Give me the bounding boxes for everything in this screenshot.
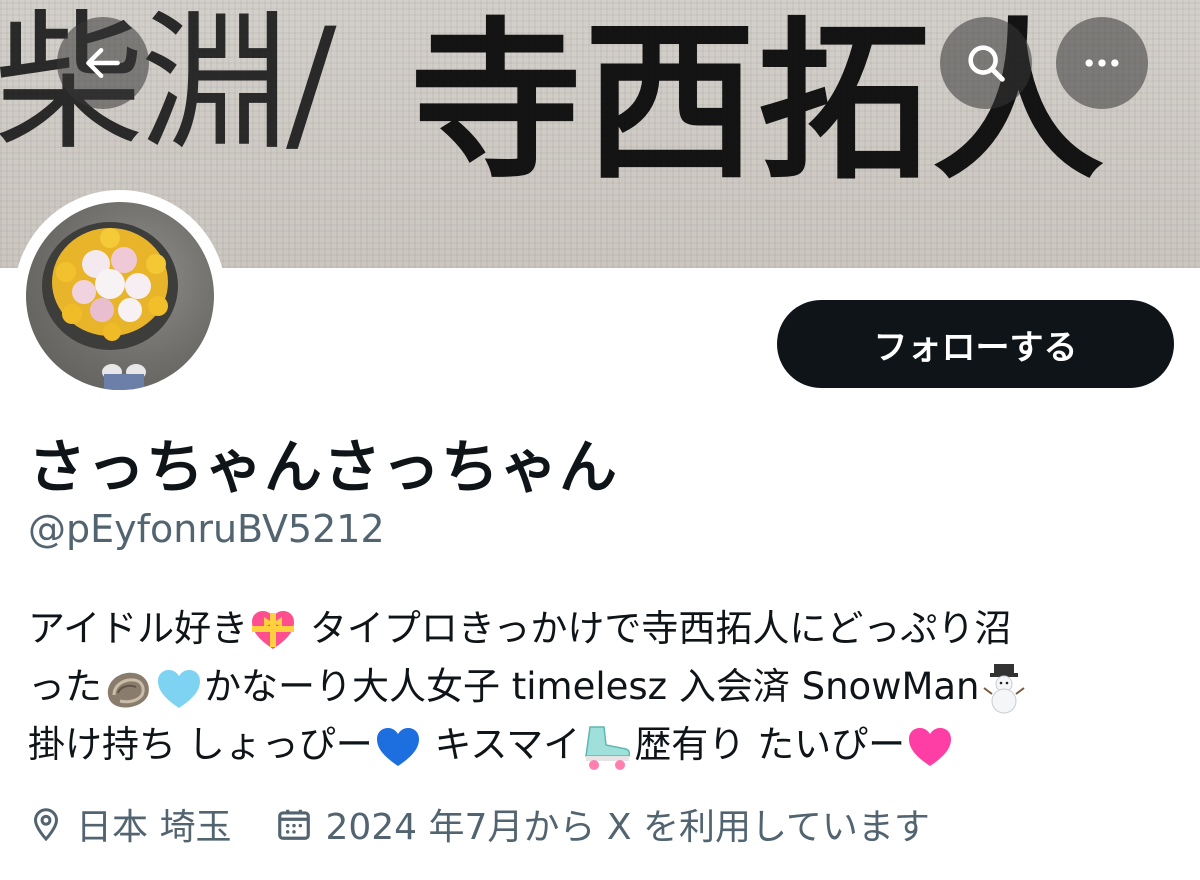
bio-text: った <box>28 665 102 708</box>
blue-heart-icon <box>376 727 419 766</box>
bio-line-2: った かなーり大人女子 timelesz 入会済 SnowMan <box>28 658 1178 716</box>
flower-bowl-photo <box>42 222 178 390</box>
location-pin-icon <box>33 808 59 842</box>
profile-bio: アイドル好き タイプロきっかけで寺西拓人にどっぷり沼 った かなーり大人女子 t… <box>28 600 1178 774</box>
bio-text: 歴有り たいぴー <box>634 723 906 766</box>
search-button[interactable] <box>940 17 1032 109</box>
bio-text: キスマイ <box>422 723 581 766</box>
light-blue-heart-icon <box>158 669 200 708</box>
display-name: さっちゃんさっちゃん <box>28 433 619 501</box>
user-handle: @pEyfonruBV5212 <box>28 507 385 551</box>
banner-text-left: 柴淵/ <box>0 0 337 171</box>
roller-skate-icon <box>585 725 631 770</box>
avatar-image <box>26 202 214 390</box>
snowman-icon <box>982 663 1025 713</box>
joined-item: 2024 年7月から X を利用しています <box>275 798 930 850</box>
bio-line-1: アイドル好き タイプロきっかけで寺西拓人にどっぷり沼 <box>28 600 1178 658</box>
joined-text: 2024 年7月から X を利用しています <box>325 807 930 848</box>
follow-button[interactable]: フォローする <box>777 300 1174 388</box>
oyster-icon <box>107 672 149 707</box>
bio-text: 掛け持ち しょっぴー <box>28 723 373 766</box>
profile-meta: 日本 埼玉 2024 年7月から X を利用しています <box>28 798 930 850</box>
search-icon <box>968 45 1005 82</box>
bio-line-3: 掛け持ち しょっぴー キスマイ 歴有り たいぴー <box>28 716 1178 774</box>
bio-text: アイドル好き <box>28 607 249 650</box>
heart-with-ribbon-icon <box>252 610 295 649</box>
calendar-icon <box>278 809 311 840</box>
back-button[interactable] <box>57 17 149 109</box>
more-button[interactable] <box>1056 17 1148 109</box>
avatar[interactable] <box>14 190 226 402</box>
bio-text: かなーり大人女子 timelesz 入会済 SnowMan <box>204 665 980 708</box>
more-horizontal-icon <box>1085 59 1119 67</box>
location-text: 日本 埼玉 <box>76 807 232 848</box>
arrow-left-icon <box>86 47 120 79</box>
bio-text: タイプロきっかけで寺西拓人にどっぷり沼 <box>298 607 1012 650</box>
location-item: 日本 埼玉 <box>28 798 231 850</box>
pink-heart-icon <box>909 727 952 766</box>
